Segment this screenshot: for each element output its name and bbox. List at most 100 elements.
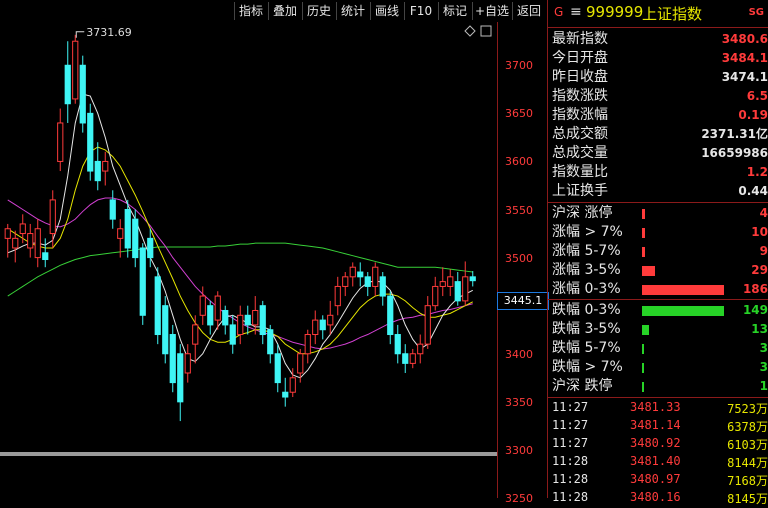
quote-value: 6.5 — [746, 89, 768, 103]
tick-time: 11:28 — [552, 490, 589, 504]
candle — [27, 223, 34, 258]
menu-icon[interactable]: ≡ — [570, 4, 582, 20]
candle — [49, 190, 56, 248]
candle-body — [379, 276, 386, 297]
candle — [372, 262, 379, 297]
quote-label: 指数涨跌 — [552, 88, 608, 104]
candle — [237, 305, 244, 345]
diamond-icon[interactable] — [464, 25, 476, 37]
breadth-bar — [642, 285, 724, 295]
candle-body — [199, 295, 206, 316]
candle — [282, 377, 289, 407]
quote-label: 今日开盘 — [552, 50, 608, 66]
candle-body — [424, 305, 431, 345]
candle — [394, 324, 401, 364]
breadth-value: 9 — [759, 244, 768, 258]
candle-body — [12, 237, 19, 249]
candle — [64, 41, 71, 123]
tick-volume: 6103万 — [727, 438, 768, 452]
candle-body — [244, 314, 251, 326]
y-tick-label: 3400 — [505, 347, 533, 361]
candle-body — [304, 334, 311, 355]
candle — [267, 324, 274, 364]
toolbar-button-4[interactable]: 画线 — [370, 2, 403, 20]
candle-body — [334, 285, 341, 307]
sg-badge: SG — [748, 7, 764, 18]
candle-body — [79, 64, 86, 124]
candle — [154, 267, 161, 345]
breadth-bar — [642, 266, 656, 276]
candle-body — [49, 199, 56, 235]
candle — [312, 310, 319, 345]
candle-body — [184, 353, 191, 374]
y-tick-label: 3350 — [505, 395, 533, 409]
candle — [259, 300, 266, 345]
tick-volume: 7523万 — [727, 402, 768, 416]
toolbar-button-2[interactable]: 历史 — [302, 2, 335, 20]
breadth-bar — [642, 344, 644, 354]
stock-name: 上证指数 — [642, 5, 703, 23]
candle-body — [417, 343, 424, 355]
candle — [244, 305, 251, 335]
quote-value: 0.19 — [738, 108, 768, 122]
toolbar-button-3[interactable]: 统计 — [336, 2, 369, 20]
quote-label: 指数涨幅 — [552, 107, 608, 123]
candle — [454, 272, 461, 306]
candle-body — [454, 281, 461, 302]
candle-body — [57, 122, 64, 162]
breadth-value: 4 — [759, 206, 768, 220]
candle — [319, 315, 326, 340]
candle-body — [357, 271, 364, 278]
breadth-label: 涨幅 3-5% — [552, 262, 621, 278]
tick-row: 11:27 3480.92 6103万 — [548, 436, 768, 454]
candle-body — [207, 305, 214, 326]
candle — [409, 348, 416, 369]
candle-body — [162, 305, 169, 355]
breadth-up-row: 涨幅 > 7% 10 — [548, 223, 768, 242]
candle — [229, 315, 236, 354]
volume-pane-separator[interactable] — [0, 452, 497, 456]
candle-body — [4, 228, 11, 239]
quote-panel: G ≡ 999999 上证指数 SG 最新指数 3480.6 今日开盘 3484.1 昨… — [548, 0, 768, 506]
peak-label: 3731.69 — [86, 26, 132, 39]
toolbar-button-1[interactable]: 叠加 — [268, 2, 301, 20]
toolbar-button-6[interactable]: 标记 — [438, 2, 471, 20]
candle-body — [42, 252, 49, 261]
tick-volume: 7168万 — [727, 474, 768, 488]
breadth-value: 1 — [759, 379, 768, 393]
candle-body — [469, 276, 476, 282]
quote-value: 16659986 — [701, 146, 768, 160]
resize-icon[interactable] — [480, 25, 492, 37]
candle — [207, 300, 214, 335]
tick-row: 11:28 3480.16 8145万 — [548, 490, 768, 508]
kline-chart[interactable]: 3731.69 — [0, 22, 497, 498]
y-tick-label: 3250 — [505, 492, 533, 505]
candle — [417, 334, 424, 364]
quote-row: 总成交额 2371.31亿 — [548, 125, 768, 144]
toolbar-button-5[interactable]: F10 — [404, 2, 437, 20]
current-price-marker: 3445.1 — [497, 292, 549, 310]
ma60-line — [7, 242, 473, 297]
candle-body — [394, 334, 401, 355]
candle — [334, 276, 341, 316]
breadth-bar — [642, 306, 724, 316]
tick-price: 3481.14 — [630, 418, 681, 432]
toolbar-button-0[interactable]: 指标 — [234, 2, 267, 20]
candle — [349, 262, 356, 287]
candle-body — [169, 334, 176, 384]
toolbar-button-8[interactable]: 返回 — [512, 2, 545, 20]
quote-value: 3484.1 — [721, 51, 768, 65]
breadth-label: 沪深 跌停 — [552, 378, 613, 394]
tick-time: 11:28 — [552, 454, 589, 468]
candle-body — [447, 276, 454, 287]
breadth-down-row: 跌幅 0-3% 149 — [548, 301, 768, 320]
quote-label: 昨日收盘 — [552, 69, 608, 85]
breadth-down-row: 跌幅 > 7% 3 — [548, 358, 768, 377]
toolbar-button-7[interactable]: +自选 — [472, 2, 511, 20]
g-label[interactable]: G — [554, 5, 563, 19]
breadth-label: 涨幅 > 7% — [552, 224, 623, 240]
breadth-value: 186 — [742, 282, 768, 296]
quote-row: 最新指数 3480.6 — [548, 30, 768, 49]
tick-price: 3481.40 — [630, 454, 681, 468]
breadth-up-row: 涨幅 5-7% 9 — [548, 242, 768, 261]
